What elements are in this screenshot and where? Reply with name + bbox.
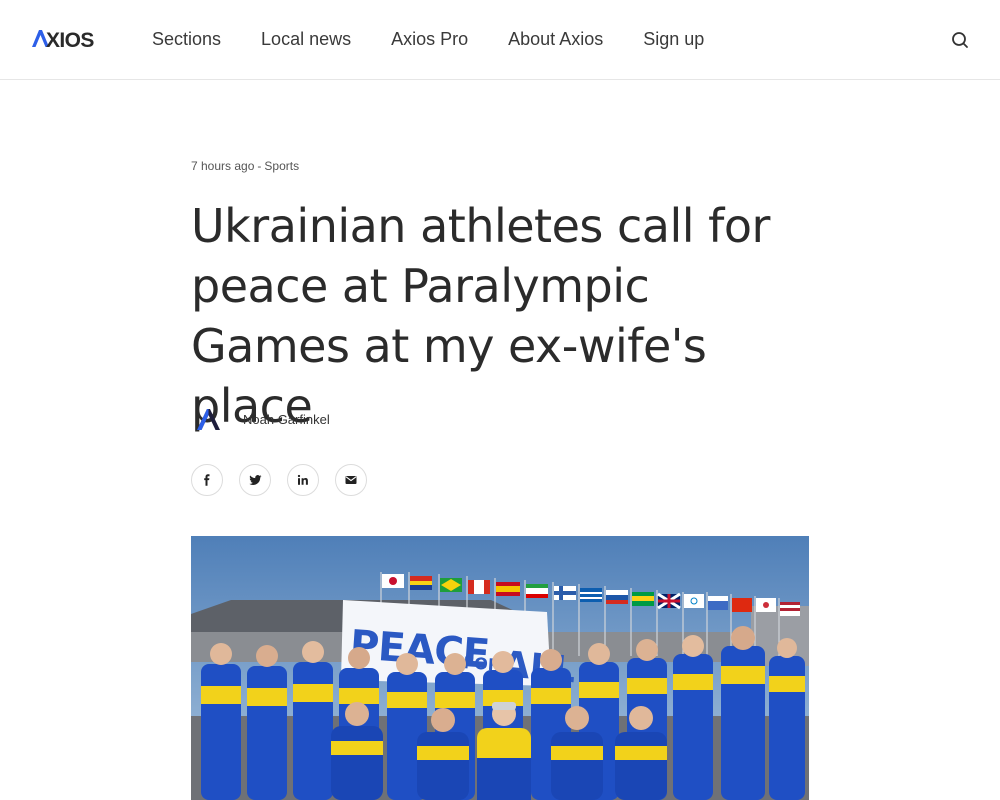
- avatar[interactable]: [191, 402, 227, 438]
- linkedin-icon: [297, 474, 308, 485]
- facebook-icon: [204, 474, 210, 486]
- share-email-button[interactable]: [335, 464, 367, 496]
- email-icon: [345, 476, 357, 484]
- search-icon: [952, 32, 968, 48]
- team-ukraine-photo: PEACE FOR ALL: [191, 536, 809, 800]
- nav-item-about-axios[interactable]: About Axios: [508, 27, 603, 51]
- section-link[interactable]: Sports: [264, 159, 299, 173]
- share-facebook-button[interactable]: [191, 464, 223, 496]
- author-name[interactable]: Noah Garfinkel: [243, 412, 330, 428]
- nav-item-axios-pro[interactable]: Axios Pro: [391, 27, 468, 51]
- twitter-icon: [248, 475, 261, 485]
- byline: Noah Garfinkel: [191, 402, 330, 438]
- meta-separator: -: [257, 159, 262, 173]
- main-nav: Sections Local news Axios Pro About Axio…: [152, 27, 744, 51]
- article-hero-image: PEACE FOR ALL: [191, 536, 809, 800]
- svg-text:XIOS: XIOS: [46, 29, 94, 51]
- share-twitter-button[interactable]: [239, 464, 271, 496]
- article-meta: 7 hours ago - Sports: [191, 158, 299, 174]
- axios-a-icon: [197, 409, 220, 430]
- axios-logo-mark: XIOS: [32, 29, 95, 51]
- axios-logo[interactable]: XIOS: [32, 27, 106, 51]
- nav-item-sign-up[interactable]: Sign up: [643, 27, 704, 51]
- nav-item-sections[interactable]: Sections: [152, 27, 221, 51]
- top-navigation-bar: XIOS Sections Local news Axios Pro About…: [0, 0, 1000, 80]
- article-headline: Ukrainian athletes call for peace at Par…: [191, 199, 770, 433]
- search-button[interactable]: [948, 28, 972, 52]
- share-linkedin-button[interactable]: [287, 464, 319, 496]
- nav-item-local-news[interactable]: Local news: [261, 27, 351, 51]
- share-buttons: [191, 464, 367, 496]
- timestamp: 7 hours ago: [191, 159, 255, 173]
